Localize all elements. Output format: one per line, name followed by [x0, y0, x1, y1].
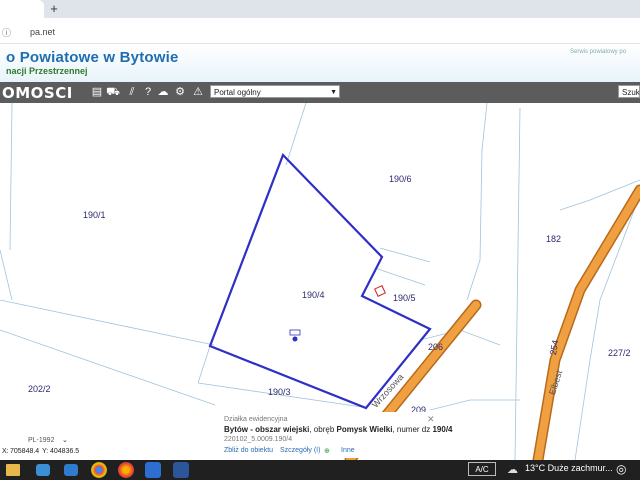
mail-icon[interactable] [36, 464, 50, 476]
popup-title: Działka ewidencyjna [224, 416, 288, 423]
word-icon[interactable] [173, 462, 189, 478]
toolbar-label: OMOSCI [2, 84, 73, 102]
site-subtitle: nacji Przestrzennej [6, 66, 88, 76]
address-bar[interactable] [0, 18, 640, 44]
parcel-label: 190/3 [268, 387, 291, 397]
browser-tab[interactable] [0, 0, 44, 18]
map-canvas[interactable]: 190/6 190/1 182 190/4 190/5 206 227/2 20… [0, 103, 640, 460]
store-icon[interactable] [145, 462, 161, 478]
parcel-label: 190/4 [302, 290, 325, 300]
chevron-down-icon: ▼ [330, 89, 337, 96]
x-label: X: [2, 448, 9, 455]
popup-text: , obręb [309, 425, 337, 434]
popup-obreb: Pomysk Wielki [336, 425, 393, 434]
popup-parcel-description: Bytów - obszar wiejski, obręb Pomysk Wie… [224, 425, 453, 434]
site-header-right-text[interactable]: Serwis powiatowy po [570, 49, 626, 55]
help-icon[interactable]: ? [141, 84, 155, 100]
address-url[interactable]: pa.net [30, 27, 55, 37]
building-marker [374, 285, 386, 297]
y-label: Y: [42, 448, 49, 455]
car-icon[interactable]: ⛟ [106, 84, 120, 100]
add-icon[interactable]: ⊕ [324, 447, 330, 455]
parcel-label: 202/2 [28, 384, 51, 394]
weather-cloud-icon[interactable]: ☁ [507, 463, 518, 476]
search-button[interactable]: Szuk [618, 85, 640, 98]
hatch-icon[interactable]: ⫽ [125, 84, 139, 100]
file-explorer-icon[interactable] [6, 464, 20, 476]
parcel-label: 182 [546, 234, 562, 244]
parcel-label: 190/5 [393, 293, 416, 303]
selected-parcel-outline[interactable] [208, 152, 432, 410]
parcel-label: 190/1 [83, 210, 106, 220]
site-info-icon[interactable]: ⓘ [2, 26, 11, 39]
parcel-label: 206 [428, 342, 444, 352]
popup-text: , numer dz [392, 425, 433, 434]
chat-icon[interactable]: ◎ [616, 462, 626, 476]
coordinate-bar: PL-1992 ⌄ X: 705848.4 Y: 404836.5 [0, 437, 220, 460]
portal-select[interactable]: Portal ogólny ▼ [210, 85, 340, 98]
browser-tab-strip [0, 0, 640, 18]
popup-parcel-id: 220102_5.0009.190/4 [224, 436, 293, 443]
y-coordinate: 404836.5 [50, 448, 80, 455]
warning-icon[interactable]: ⚠ [191, 84, 205, 100]
map-svg[interactable] [0, 103, 640, 460]
weather-text[interactable]: 13°C Duże zachmur... [525, 463, 613, 473]
other-link[interactable]: Inne [341, 447, 355, 454]
popup-area: Bytów - obszar wiejski [224, 425, 310, 434]
close-icon[interactable]: ✕ [427, 414, 435, 425]
details-link[interactable]: Szczegóły (I) [280, 447, 320, 454]
crs-select[interactable]: PL-1992 [28, 437, 54, 444]
parcel-center-icon [289, 329, 301, 342]
zoom-to-object-link[interactable]: Zbliż do obiektu [224, 447, 273, 454]
settings-icon[interactable]: ⚙ [173, 84, 187, 100]
firefox-icon[interactable] [118, 462, 134, 478]
chrome-icon[interactable] [91, 462, 107, 478]
print-icon[interactable]: ▤ [90, 84, 104, 100]
new-tab-button[interactable]: + [46, 1, 62, 17]
portal-select-value: Portal ogólny [214, 88, 261, 97]
parcel-label: 190/6 [389, 174, 412, 184]
ac-indicator[interactable]: A/C [468, 462, 496, 476]
cloud-upload-icon[interactable]: ☁ [156, 84, 170, 100]
chevron-down-icon[interactable]: ⌄ [62, 436, 68, 444]
site-title: o Powiatowe w Bytowie [6, 49, 179, 66]
x-coordinate: 705848.4 [10, 448, 40, 455]
parcel-label: 227/2 [608, 348, 631, 358]
calendar-icon[interactable] [64, 464, 78, 476]
popup-number: 190/4 [432, 425, 453, 434]
